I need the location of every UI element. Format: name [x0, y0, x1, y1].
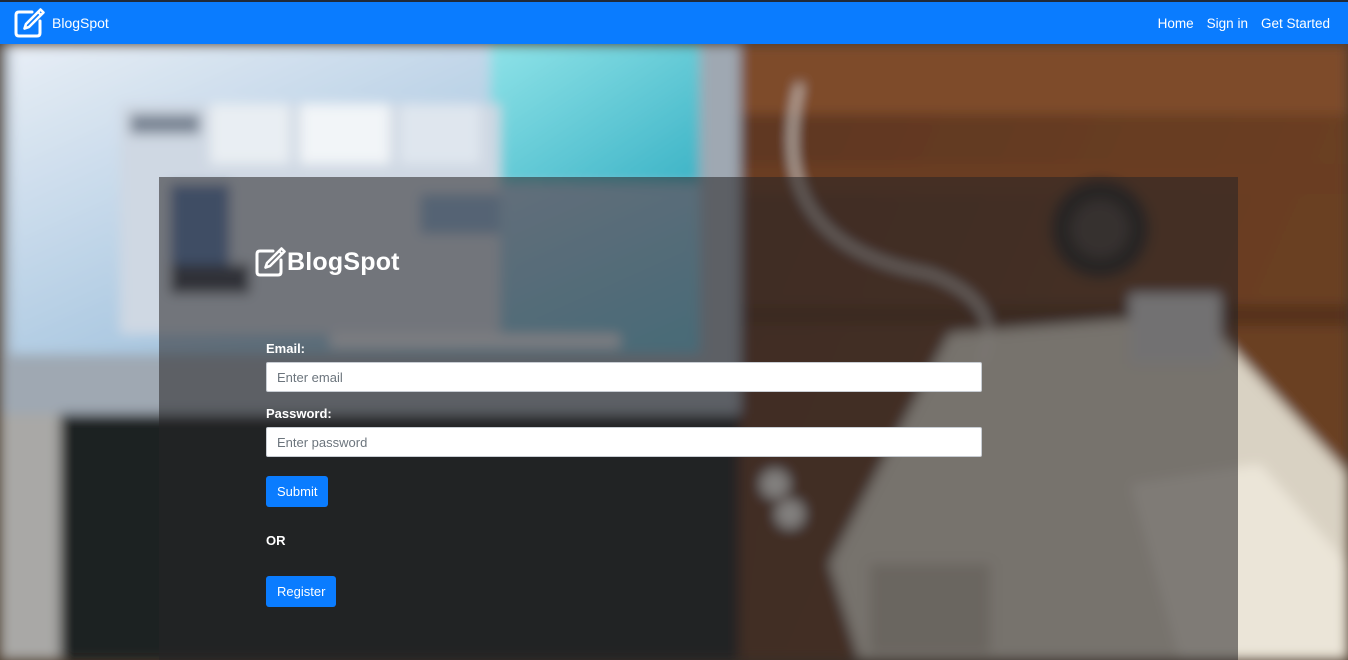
top-navbar: BlogSpot Home Sign in Get Started [0, 0, 1348, 44]
nav-link-home[interactable]: Home [1158, 16, 1194, 31]
login-page: BlogSpot Home Sign in Get Started BlogSp… [0, 0, 1348, 660]
nav-links: Home Sign in Get Started [1158, 16, 1330, 31]
card-brand: BlogSpot [253, 245, 400, 279]
submit-button[interactable]: Submit [266, 476, 329, 507]
password-input[interactable] [266, 427, 982, 457]
edit-square-icon [12, 6, 46, 40]
register-button[interactable]: Register [266, 576, 337, 607]
navbar-brand-link[interactable]: BlogSpot [12, 6, 109, 40]
email-group: Email: [266, 341, 982, 392]
email-label: Email: [266, 341, 306, 356]
nav-link-sign-in[interactable]: Sign in [1207, 16, 1248, 31]
navbar-brand-text: BlogSpot [52, 15, 109, 31]
card-brand-title: BlogSpot [287, 247, 400, 276]
nav-link-get-started[interactable]: Get Started [1261, 16, 1330, 31]
password-label: Password: [266, 406, 332, 421]
login-form: Email: Password: Submit OR Register [266, 341, 982, 607]
edit-square-icon [253, 245, 287, 279]
password-group: Password: [266, 406, 982, 457]
or-separator: OR [266, 533, 286, 548]
email-input[interactable] [266, 362, 982, 392]
login-card: BlogSpot Email: Password: Submit OR Regi… [159, 177, 1238, 660]
